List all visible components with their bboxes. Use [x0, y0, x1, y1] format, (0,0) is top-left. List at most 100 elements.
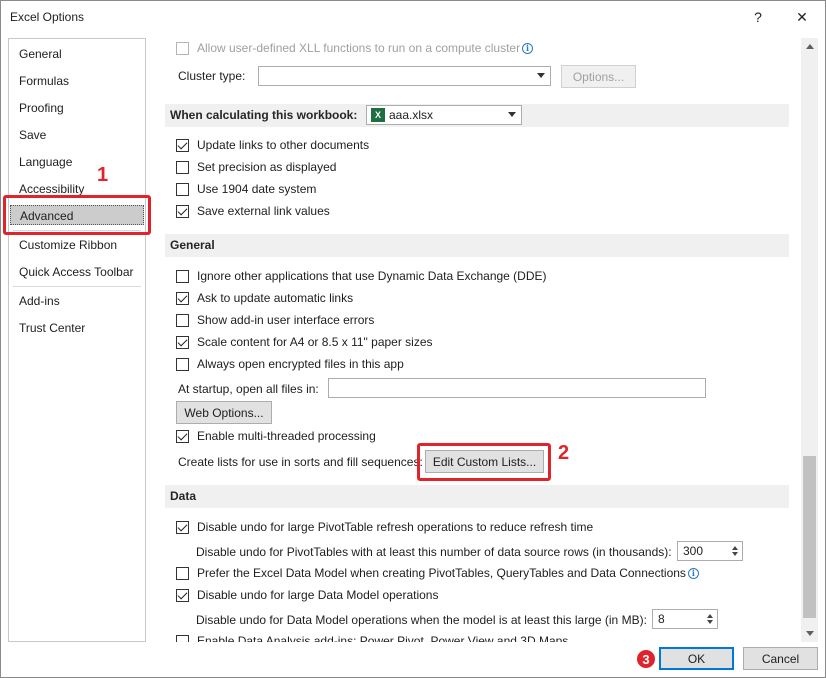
checkbox[interactable] [176, 269, 189, 283]
nav-item-trust-center[interactable]: Trust Center [19, 318, 85, 338]
annotation-marker-2: 2 [558, 442, 570, 464]
chevron-down-icon[interactable] [707, 620, 713, 624]
nav-item-save[interactable]: Save [19, 125, 46, 145]
option-label: Show add-in user interface errors [197, 313, 375, 327]
help-button[interactable]: ? [738, 5, 778, 29]
checkbox[interactable] [176, 588, 189, 602]
section-title: Data [170, 489, 197, 503]
checkbox[interactable] [176, 429, 189, 443]
checkbox[interactable] [176, 566, 189, 580]
multithreaded-option[interactable]: Enable multi-threaded processing [176, 427, 376, 445]
chevron-up-icon [805, 44, 814, 49]
checkbox[interactable] [176, 160, 189, 174]
option-label: Ignore other applications that use Dynam… [197, 269, 547, 283]
nav-item-language[interactable]: Language [19, 152, 72, 172]
open-encrypted-option[interactable]: Always open encrypted files in this app [176, 355, 404, 373]
close-button[interactable]: ✕ [782, 5, 822, 29]
checkbox[interactable] [176, 204, 189, 218]
annotation-marker-1: 1 [97, 164, 109, 186]
chevron-down-icon [805, 631, 814, 636]
model-size-spinner[interactable]: 8 [652, 609, 718, 629]
scrollbar-thumb[interactable] [803, 456, 816, 618]
option-label: Ask to update automatic links [197, 291, 354, 305]
annotation-marker-3: 3 [637, 650, 655, 668]
xll-cluster-option[interactable]: Allow user-defined XLL functions to run … [176, 39, 534, 57]
option-label: Save external link values [197, 204, 330, 218]
model-size-label: Disable undo for Data Model operations w… [196, 613, 647, 627]
info-icon: i [522, 42, 534, 54]
chevron-down-icon [508, 112, 516, 117]
option-label: Set precision as displayed [197, 160, 337, 174]
show-addin-errors-option[interactable]: Show add-in user interface errors [176, 311, 374, 329]
startup-folder-input[interactable] [328, 378, 706, 398]
cluster-type-label: Cluster type: [178, 69, 246, 83]
nav-item-add-ins[interactable]: Add-ins [19, 291, 60, 311]
set-precision-option[interactable]: Set precision as displayed [176, 158, 336, 176]
disable-undo-model-option[interactable]: Disable undo for large Data Model operat… [176, 586, 438, 604]
disable-undo-pivot-option[interactable]: Disable undo for large PivotTable refres… [176, 518, 593, 536]
highlight-box-advanced [3, 195, 151, 235]
ok-button[interactable]: OK [659, 647, 734, 670]
option-label: Always open encrypted files in this app [197, 357, 404, 371]
startup-folder-label: At startup, open all files in: [178, 382, 319, 396]
title-bar: Excel Options ? ✕ [1, 1, 825, 33]
nav-item-general[interactable]: General [19, 44, 62, 64]
vertical-scrollbar[interactable] [801, 38, 818, 642]
scroll-down-button[interactable] [801, 625, 818, 642]
section-title: When calculating this workbook: [170, 108, 358, 122]
nav-item-proofing[interactable]: Proofing [19, 98, 64, 118]
info-icon: i [687, 567, 699, 579]
nav-item-customize-ribbon[interactable]: Customize Ribbon [19, 235, 117, 255]
highlight-box-edit-custom-lists [417, 443, 551, 481]
pivot-rows-spinner[interactable]: 300 [677, 541, 743, 561]
chevron-up-icon[interactable] [732, 546, 738, 550]
checkbox[interactable] [176, 335, 189, 349]
workbook-dropdown[interactable]: X aaa.xlsx [366, 105, 522, 125]
spinner-value: 8 [658, 612, 665, 626]
ignore-dde-option[interactable]: Ignore other applications that use Dynam… [176, 267, 547, 285]
checkbox[interactable] [176, 182, 189, 196]
workbook-value: aaa.xlsx [389, 108, 434, 122]
scroll-up-button[interactable] [801, 38, 818, 55]
option-label: Enable multi-threaded processing [197, 429, 376, 443]
checkbox[interactable] [176, 520, 189, 534]
section-title: General [170, 238, 215, 252]
scale-content-option[interactable]: Scale content for A4 or 8.5 x 11" paper … [176, 333, 433, 351]
checkbox[interactable] [176, 41, 189, 55]
nav-separator [13, 286, 141, 287]
cancel-button[interactable]: Cancel [743, 647, 818, 670]
enable-data-analysis-addins-option[interactable]: Enable Data Analysis add-ins: Power Pivo… [176, 632, 568, 642]
update-links-option[interactable]: Update links to other documents [176, 136, 369, 154]
checkbox[interactable] [176, 138, 189, 152]
chevron-down-icon[interactable] [732, 552, 738, 556]
cluster-type-dropdown[interactable] [258, 66, 551, 86]
custom-lists-label: Create lists for use in sorts and fill s… [178, 455, 423, 469]
nav-item-formulas[interactable]: Formulas [19, 71, 69, 91]
nav-item-quick-access-toolbar[interactable]: Quick Access Toolbar [19, 262, 134, 282]
options-nav: General Formulas Proofing Save Language … [8, 38, 146, 642]
chevron-up-icon[interactable] [707, 614, 713, 618]
section-header-data: Data [165, 485, 789, 508]
cluster-options-button[interactable]: Options... [561, 65, 636, 88]
chevron-down-icon [537, 73, 545, 78]
checkbox[interactable] [176, 357, 189, 371]
option-label: Disable undo for large PivotTable refres… [197, 520, 594, 534]
advanced-options-pane: Allow user-defined XLL functions to run … [151, 38, 818, 642]
checkbox[interactable] [176, 291, 189, 305]
section-header-general: General [165, 234, 789, 257]
option-label: Use 1904 date system [197, 182, 317, 196]
excel-file-icon: X [371, 108, 385, 122]
prefer-data-model-option[interactable]: Prefer the Excel Data Model when creatin… [176, 564, 699, 582]
pivot-rows-label: Disable undo for PivotTables with at lea… [196, 545, 672, 559]
checkbox[interactable] [176, 313, 189, 327]
option-label: Disable undo for large Data Model operat… [197, 588, 439, 602]
checkbox[interactable] [176, 634, 189, 642]
web-options-button[interactable]: Web Options... [176, 401, 272, 424]
option-label: Enable Data Analysis add-ins: Power Pivo… [197, 634, 569, 642]
save-external-links-option[interactable]: Save external link values [176, 202, 330, 220]
option-label: Scale content for A4 or 8.5 x 11" paper … [197, 335, 433, 349]
use-1904-option[interactable]: Use 1904 date system [176, 180, 316, 198]
option-label: Allow user-defined XLL functions to run … [197, 41, 521, 55]
window-title: Excel Options [10, 10, 85, 24]
ask-update-links-option[interactable]: Ask to update automatic links [176, 289, 353, 307]
